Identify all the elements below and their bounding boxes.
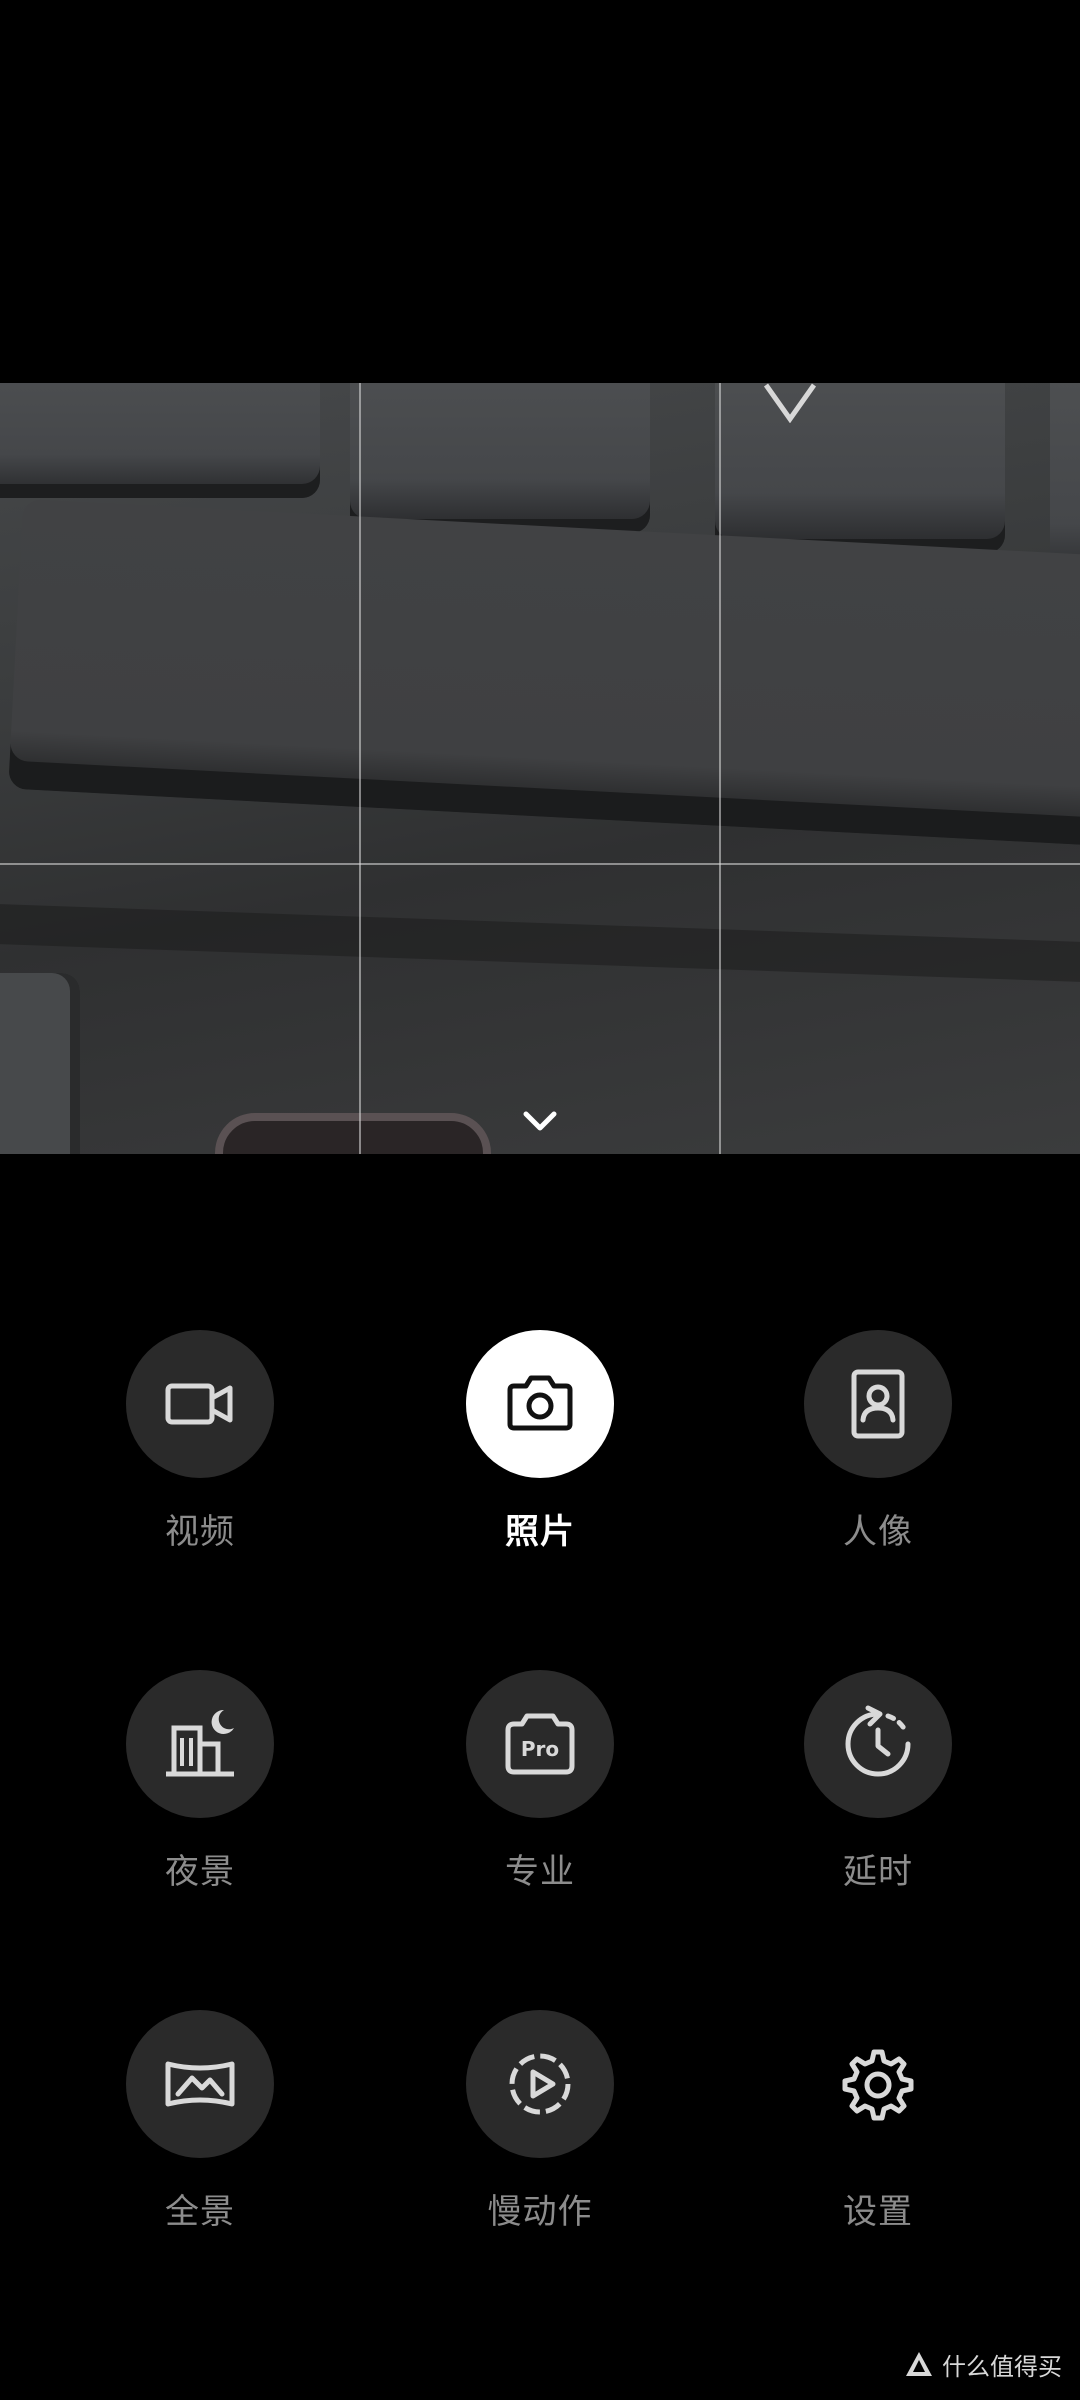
mode-pro-button[interactable]: Pro 专业 — [430, 1670, 650, 1900]
pro-camera-icon: Pro — [505, 1713, 575, 1775]
pro-badge-text: Pro — [521, 1737, 559, 1761]
grid-line — [359, 383, 361, 1154]
night-scene-icon — [166, 1709, 234, 1777]
mode-portrait-button[interactable]: 人像 — [768, 1330, 988, 1560]
mode-pro-circle: Pro — [466, 1670, 614, 1818]
mode-night-label: 夜景 — [165, 1852, 235, 1892]
mode-photo-circle — [466, 1330, 614, 1478]
timelapse-icon — [845, 1705, 911, 1777]
mode-slowmo-button[interactable]: 慢动作 — [430, 2010, 650, 2240]
preview-scene — [0, 903, 1080, 983]
chevron-down-icon[interactable] — [520, 1108, 560, 1136]
mode-portrait-label: 人像 — [843, 1512, 913, 1552]
preview-scene — [715, 383, 1005, 553]
grid-line — [719, 383, 721, 1154]
camera-icon — [507, 1375, 573, 1431]
watermark-text: 什么值得买 — [942, 2353, 1062, 2381]
preview-scene — [0, 973, 80, 1154]
slow-motion-icon — [509, 2053, 571, 2115]
mode-panorama-circle — [126, 2010, 274, 2158]
preview-scene — [763, 383, 817, 423]
smzdm-logo-icon — [906, 2351, 932, 2376]
mode-pro-label: 专业 — [505, 1852, 575, 1892]
settings-circle — [804, 2010, 952, 2158]
mode-photo-button[interactable]: 照片 — [430, 1330, 650, 1560]
mode-portrait-circle — [804, 1330, 952, 1478]
portrait-icon — [851, 1369, 905, 1439]
preview-scene — [350, 383, 650, 533]
panorama-icon — [165, 2061, 235, 2107]
settings-button[interactable]: 设置 — [768, 2010, 988, 2240]
mode-panorama-button[interactable]: 全景 — [90, 2010, 310, 2240]
mode-slowmo-circle — [466, 2010, 614, 2158]
watermark: 什么值得买 — [904, 2347, 1062, 2382]
settings-label: 设置 — [843, 2192, 913, 2232]
preview-scene — [0, 383, 320, 498]
mode-video-circle — [126, 1330, 274, 1478]
preview-scene — [8, 498, 1080, 848]
mode-panorama-label: 全景 — [165, 2192, 235, 2232]
mode-slowmo-label: 慢动作 — [487, 2192, 593, 2232]
mode-timelapse-circle — [804, 1670, 952, 1818]
mode-video-label: 视频 — [165, 1512, 235, 1552]
mode-photo-label: 照片 — [505, 1512, 575, 1552]
mode-night-button[interactable]: 夜景 — [90, 1670, 310, 1900]
camera-viewfinder[interactable] — [0, 383, 1080, 1154]
video-camera-icon — [165, 1383, 233, 1425]
grid-line — [0, 863, 1080, 865]
mode-timelapse-button[interactable]: 延时 — [768, 1670, 988, 1900]
preview-scene — [215, 1113, 491, 1154]
mode-video-button[interactable]: 视频 — [90, 1330, 310, 1560]
mode-timelapse-label: 延时 — [843, 1852, 913, 1892]
mode-night-circle — [126, 1670, 274, 1818]
gear-icon — [842, 2049, 914, 2121]
